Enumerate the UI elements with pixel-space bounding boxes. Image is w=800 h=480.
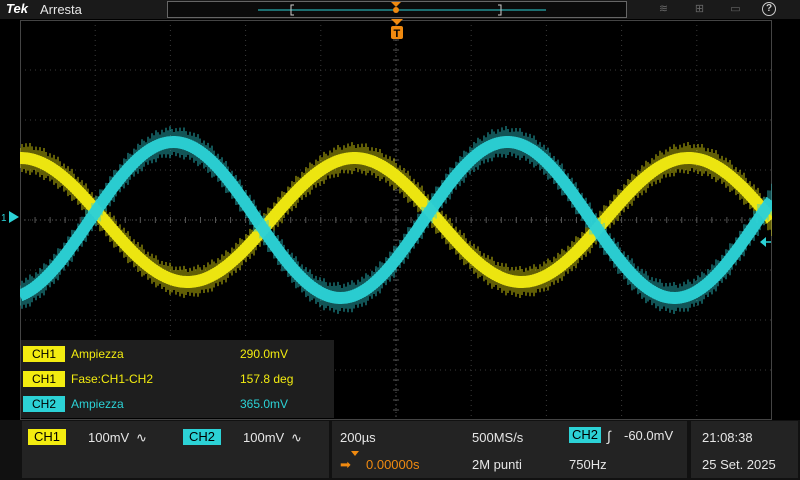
clock-time: 21:08:38 [702, 430, 753, 445]
measurement-name: Fase:CH1-CH2 [71, 372, 154, 386]
trigger-level-marker[interactable] [758, 236, 772, 248]
ch1-marker-label: 1 [1, 213, 7, 224]
measurement-row[interactable]: CH2 Ampiezza 365.0mV [21, 392, 334, 416]
vertical-channels-panel: CH1 100mV ∿ CH2 100mV ∿ [22, 421, 329, 478]
clock-panel: 21:08:38 25 Set. 2025 [691, 421, 798, 478]
acquisition-state[interactable]: Arresta [40, 2, 82, 17]
network-icon: ⊞ [694, 3, 705, 15]
horizontal-position[interactable]: 0.00000s [366, 457, 420, 472]
measurement-channel-badge: CH1 [23, 371, 65, 387]
trigger-slope-icon: ∫ [607, 428, 611, 444]
horizontal-position-arrow-icon: ➡ [340, 457, 351, 472]
record-view-graphic [258, 2, 546, 16]
ch1-ground-marker[interactable]: 1 [0, 210, 20, 224]
measurement-name: Ampiezza [71, 347, 124, 361]
record-view-bar[interactable] [167, 1, 627, 18]
trigger-level[interactable]: -60.0mV [624, 428, 673, 443]
help-icon[interactable]: ? [762, 2, 776, 16]
clock-date: 25 Set. 2025 [702, 457, 776, 472]
measurement-value: 290.0mV [240, 347, 289, 361]
ch1-button[interactable]: CH1 [28, 429, 66, 445]
top-status-bar: Tek Arresta ≋ ⊞ ▭ ? [0, 0, 800, 19]
position-caret-icon [351, 451, 359, 456]
measurements-panel[interactable]: CH1 Ampiezza 290.0mV CH1 Fase:CH1-CH2 15… [21, 340, 334, 418]
horizontal-scale[interactable]: 200µs [340, 430, 376, 445]
measurement-value: 157.8 deg [240, 372, 294, 386]
record-length[interactable]: 2M punti [472, 457, 522, 472]
ch2-coupling-icon: ∿ [291, 430, 302, 445]
ch1-coupling-icon: ∿ [136, 430, 147, 445]
measurement-row[interactable]: CH1 Ampiezza 290.0mV [21, 342, 334, 366]
measurement-channel-badge: CH1 [23, 346, 65, 362]
ch2-button[interactable]: CH2 [183, 429, 221, 445]
sample-rate: 500MS/s [472, 430, 524, 445]
measurement-name: Ampiezza [71, 397, 124, 411]
trigger-marker-label: T [394, 28, 401, 40]
save-icon: ▭ [730, 3, 741, 15]
ch2-scale[interactable]: 100mV [243, 430, 284, 445]
ch1-scale[interactable]: 100mV [88, 430, 129, 445]
trigger-position-marker[interactable]: T [389, 19, 405, 41]
brand-logo: Tek [6, 1, 28, 16]
trigger-frequency: 750Hz [569, 457, 607, 472]
wifi-icon: ≋ [658, 3, 669, 15]
horizontal-trigger-panel[interactable]: 200µs ➡ 0.00000s 500MS/s 2M punti CH2 ∫ … [332, 421, 687, 478]
measurement-value: 365.0mV [240, 397, 289, 411]
trigger-source-badge[interactable]: CH2 [569, 427, 601, 443]
measurement-channel-badge: CH2 [23, 396, 65, 412]
measurement-row[interactable]: CH1 Fase:CH1-CH2 157.8 deg [21, 367, 334, 391]
